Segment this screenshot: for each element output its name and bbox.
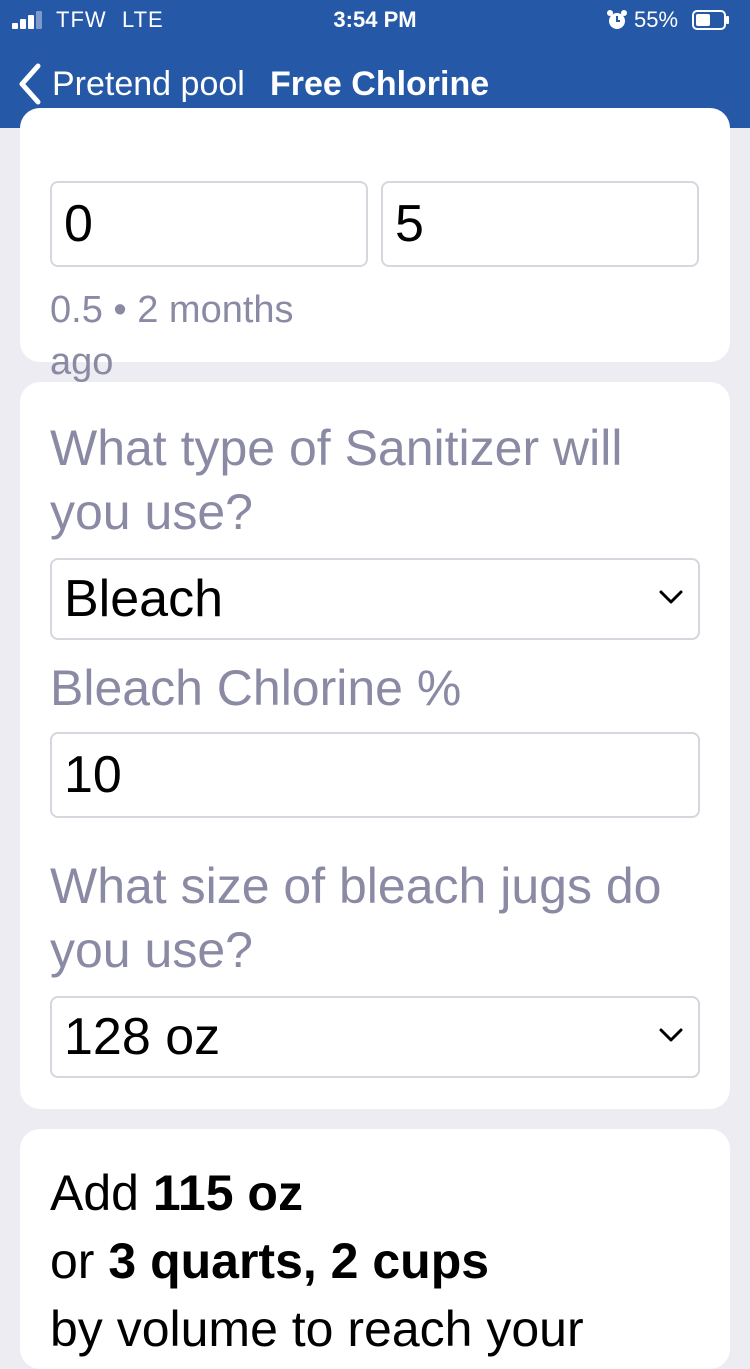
battery-percent: 55% xyxy=(634,7,679,32)
range-min-input[interactable]: 0 xyxy=(50,181,368,267)
add-prefix: Add xyxy=(50,1165,139,1221)
sanitizer-question-label: What type of Sanitizer will you use? xyxy=(50,420,623,540)
dose-amount: 115 oz xyxy=(152,1165,303,1221)
target-range-card: 0 5 0.5 • 2 months ago xyxy=(20,108,730,383)
jug-size-question-label: What size of bleach jugs do you use? xyxy=(50,858,662,978)
last-reading-text: 0.5 • 2 months ago xyxy=(50,289,294,383)
chlorine-percent-input[interactable]: 10 xyxy=(50,732,700,818)
sanitizer-select[interactable]: Bleach xyxy=(50,558,700,640)
status-bar: TFW LTE 3:54 PM 55% xyxy=(0,0,750,40)
dosage-result-card: Add 115 oz or 3 quarts, 2 cups by volume… xyxy=(20,1129,730,1369)
alarm-clock-icon xyxy=(607,10,627,29)
sanitizer-settings-card: What type of Sanitizer will you use? Ble… xyxy=(20,382,730,1109)
chevron-down-icon xyxy=(659,590,683,604)
range-max-input[interactable]: 5 xyxy=(381,181,699,267)
back-button[interactable]: Pretend pool xyxy=(52,62,245,106)
dose-alt-amount: 3 quarts, 2 cups xyxy=(108,1233,490,1289)
chlorine-percent-label: Bleach Chlorine % xyxy=(50,660,462,716)
dosage-result-text: Add 115 oz or 3 quarts, 2 cups by volume… xyxy=(50,1159,710,1363)
back-chevron-icon[interactable] xyxy=(16,62,44,106)
jug-size-select[interactable]: 128 oz xyxy=(50,996,700,1078)
battery-icon xyxy=(692,10,729,30)
dose-trailing-text: by volume to reach your xyxy=(50,1301,584,1357)
or-prefix: or xyxy=(50,1233,95,1289)
chevron-down-icon xyxy=(659,1028,683,1042)
page-title: Free Chlorine xyxy=(270,65,490,103)
jug-size-selected-value: 128 oz xyxy=(64,1008,221,1066)
sanitizer-selected-value: Bleach xyxy=(64,570,223,628)
